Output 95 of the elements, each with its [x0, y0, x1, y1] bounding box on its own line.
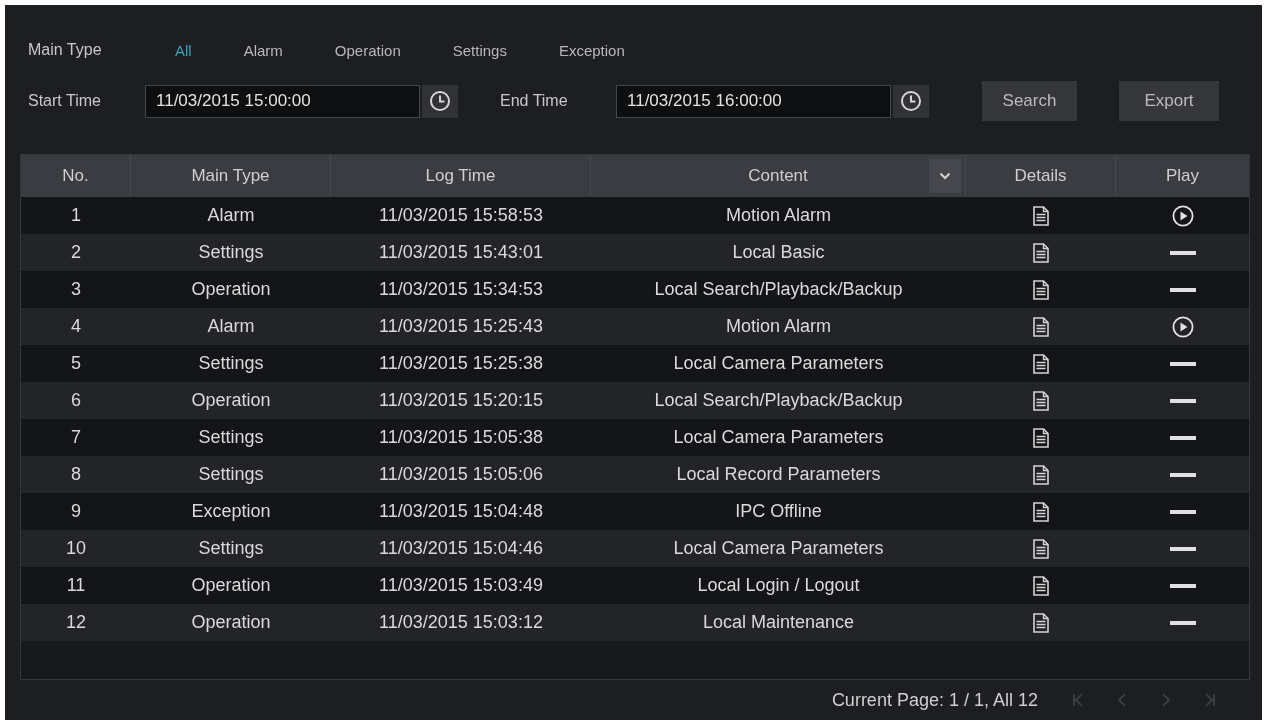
table-cell: 11/03/2015 15:25:38	[379, 353, 543, 374]
table-cell: 4	[71, 316, 81, 337]
table-cell: Settings	[198, 242, 264, 263]
document-icon[interactable]	[1033, 390, 1049, 411]
table-cell: 2	[71, 242, 81, 263]
table-cell: 11	[66, 575, 86, 596]
table-cell: 5	[71, 353, 81, 374]
table-cell: Local Maintenance	[702, 612, 855, 633]
table-cell: 10	[66, 538, 86, 559]
document-icon[interactable]	[1033, 205, 1049, 226]
table-cell: 11/03/2015 15:20:15	[379, 390, 543, 411]
table-row[interactable]: 10 Settings 11/03/2015 15:04:46 Local Camera Parameters	[21, 530, 1249, 567]
table-cell: 9	[71, 501, 81, 522]
start-time-label: Start Time	[28, 92, 102, 110]
table-cell: 11/03/2015 15:05:06	[379, 464, 543, 485]
table-cell: IPC Offline	[735, 501, 822, 522]
table-cell: Motion Alarm	[725, 205, 831, 226]
table-row[interactable]: 9 Exception 11/03/2015 15:04:48 IPC Offline	[21, 493, 1249, 530]
table-cell: Local Camera Parameters	[673, 353, 884, 374]
table-cell: Settings	[198, 464, 264, 485]
table-row[interactable]: 3 Operation 11/03/2015 15:34:53 Local Search/Playback/Backup	[21, 271, 1249, 308]
table-cell: Operation	[191, 279, 271, 300]
table-cell: 8	[71, 464, 81, 485]
document-icon[interactable]	[1033, 316, 1049, 337]
table-cell: 11/03/2015 15:03:49	[379, 575, 543, 596]
table-cell: 3	[71, 279, 81, 300]
document-icon[interactable]	[1033, 538, 1049, 559]
table-cell: Exception	[191, 501, 271, 522]
table-cell: Local Search/Playback/Backup	[654, 279, 903, 300]
table-cell: Operation	[191, 612, 271, 633]
document-icon[interactable]	[1033, 464, 1049, 485]
clock-button[interactable]	[893, 84, 929, 118]
table-row[interactable]: 12 Operation 11/03/2015 15:03:12 Local Maintenance	[21, 604, 1249, 641]
chevron-down-icon	[939, 172, 951, 180]
end-time-field[interactable]: 11/03/2015 16:00:00	[616, 84, 891, 118]
type-filter-tab[interactable]: All	[175, 41, 192, 59]
table-cell: 11/03/2015 15:43:01	[379, 242, 543, 263]
table-cell: Operation	[191, 390, 271, 411]
table-row[interactable]: 4 Alarm 11/03/2015 15:25:43 Motion Alarm	[21, 308, 1249, 345]
table-cell: Local Camera Parameters	[673, 538, 884, 559]
table-cell: Local Basic	[732, 242, 825, 263]
play-icon[interactable]	[1171, 204, 1194, 227]
type-filter-tab[interactable]: Settings	[452, 41, 507, 59]
table-cell: 11/03/2015 15:05:38	[379, 427, 543, 448]
table-cell: Settings	[198, 353, 264, 374]
table-row[interactable]: 5 Settings 11/03/2015 15:25:38 Local Camera Parameters	[21, 345, 1249, 382]
document-icon[interactable]	[1033, 353, 1049, 374]
export-button[interactable]: Export	[1119, 81, 1219, 121]
table-cell: Alarm	[207, 205, 255, 226]
table-cell: 11/03/2015 15:04:46	[379, 538, 543, 559]
end-time-label: End Time	[500, 92, 569, 110]
type-filter-tab[interactable]: Operation	[334, 41, 401, 59]
table-cell: 11/03/2015 15:03:12	[379, 612, 543, 633]
document-icon[interactable]	[1033, 427, 1049, 448]
table-cell: Alarm	[207, 316, 255, 337]
document-icon[interactable]	[1033, 501, 1049, 522]
play-icon[interactable]	[1171, 315, 1194, 338]
table-cell: 11/03/2015 15:04:48	[379, 501, 543, 522]
table-cell: Settings	[198, 427, 264, 448]
table-cell: Motion Alarm	[725, 316, 831, 337]
table-row[interactable]: 7 Settings 11/03/2015 15:05:38 Local Camera Parameters	[21, 419, 1249, 456]
clock-icon	[429, 90, 451, 112]
clock-icon	[900, 90, 922, 112]
document-icon[interactable]	[1033, 242, 1049, 263]
clock-button[interactable]	[422, 84, 458, 118]
table-cell: Local Camera Parameters	[673, 427, 884, 448]
table-row[interactable]: 11 Operation 11/03/2015 15:03:49 Local Login / Logout	[21, 567, 1249, 604]
table-cell: Settings	[198, 538, 264, 559]
table-cell: Local Record Parameters	[676, 464, 881, 485]
table-row[interactable]: 6 Operation 11/03/2015 15:20:15 Local Search/Playback/Backup	[21, 382, 1249, 419]
type-filter-tab[interactable]: Alarm	[243, 41, 283, 59]
table-cell: Local Search/Playback/Backup	[654, 390, 903, 411]
column-header: Content	[748, 166, 808, 186]
table-cell: 12	[66, 612, 86, 633]
table-row[interactable]: 8 Settings 11/03/2015 15:05:06 Local Record Parameters	[21, 456, 1249, 493]
table-cell: 11/03/2015 15:58:53	[379, 205, 543, 226]
search-button[interactable]: Search	[982, 81, 1077, 121]
table-row[interactable]: 2 Settings 11/03/2015 15:43:01 Local Basic	[21, 234, 1249, 271]
table-cell: 11/03/2015 15:25:43	[379, 316, 543, 337]
document-icon[interactable]	[1033, 279, 1049, 300]
table-cell: Local Login / Logout	[697, 575, 860, 596]
table-cell: Operation	[191, 575, 271, 596]
main-type-label: Main Type	[28, 41, 103, 59]
document-icon[interactable]	[1033, 575, 1049, 596]
type-filter-tab[interactable]: Exception	[558, 41, 625, 59]
start-time-field[interactable]: 11/03/2015 15:00:00	[145, 84, 420, 118]
document-icon[interactable]	[1033, 612, 1049, 633]
column-filter-button[interactable]	[929, 159, 961, 193]
table-cell: 6	[71, 390, 81, 411]
table-row[interactable]: 1 Alarm 11/03/2015 15:58:53 Motion Alarm	[21, 197, 1249, 234]
column-header: Play	[1164, 165, 1201, 187]
table-cell: 7	[71, 427, 81, 448]
table-cell: 1	[71, 205, 81, 226]
table-cell: 11/03/2015 15:34:53	[379, 279, 543, 300]
page-status-text: Current Page: 1 / 1, All 12	[831, 689, 1038, 711]
